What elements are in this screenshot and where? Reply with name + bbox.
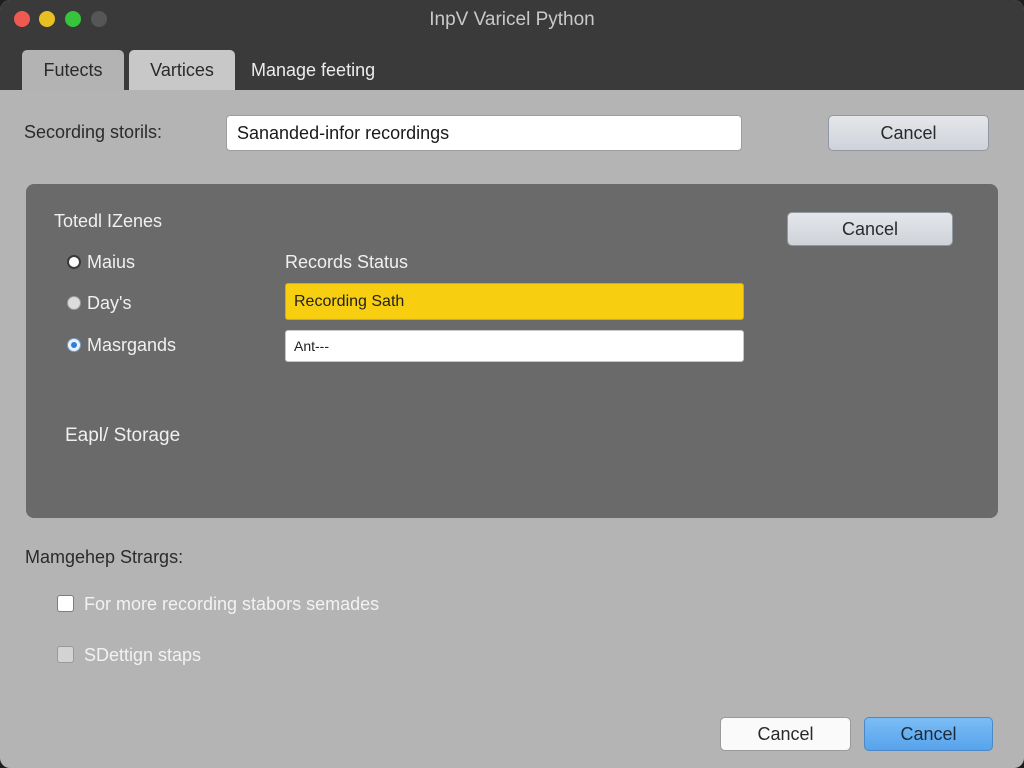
window-title: InpV Varicel Python	[429, 9, 595, 30]
settings-heading: Mamgehep Strargs:	[25, 547, 184, 567]
title-bar: InpV Varicel Python	[0, 0, 1024, 40]
recording-status-field[interactable]: Recording Sath	[285, 283, 744, 320]
checkbox-recording-stabors[interactable]	[57, 595, 74, 612]
radio-masrgands[interactable]	[67, 338, 81, 352]
radio-masrgands-label: Masrgands	[87, 335, 177, 355]
recording-storage-label: Secording storils:	[24, 122, 163, 142]
early-storage-label: Eapl/ Storage	[65, 425, 181, 446]
checkbox-recording-stabors-label: For more recording stabors semades	[84, 594, 380, 614]
tab-futects[interactable]: Futects	[22, 50, 124, 90]
panel-cancel-button[interactable]: Cancel	[787, 212, 953, 246]
radio-maius[interactable]	[67, 255, 81, 269]
footer-primary-button[interactable]: Cancel	[864, 717, 993, 751]
zones-panel: Totedl IZenes Cancel Maius Day's Masrgan…	[26, 184, 998, 518]
panel-heading: Totedl IZenes	[54, 211, 163, 231]
tab-vartices[interactable]: Vartices	[129, 50, 235, 90]
tab-bar: Futects Vartices Manage feeting	[0, 40, 1024, 90]
radio-days[interactable]	[67, 296, 81, 310]
radio-maius-label: Maius	[87, 252, 136, 272]
top-cancel-button[interactable]: Cancel	[828, 115, 989, 151]
recording-storage-field[interactable]: Sananded-infor recordings	[226, 115, 742, 151]
checkbox-dettign-staps-label: SDettign staps	[84, 645, 202, 665]
radio-days-label: Day's	[87, 293, 132, 313]
records-status-label: Records Status	[285, 252, 409, 272]
secondary-field[interactable]: Ant---	[285, 330, 744, 362]
checkbox-dettign-staps[interactable]	[57, 646, 74, 663]
tab-manage-feeting[interactable]: Manage feeting	[240, 50, 401, 90]
app-window: InpV Varicel Python Futects Vartices Man…	[0, 0, 1024, 768]
footer-cancel-button[interactable]: Cancel	[720, 717, 851, 751]
